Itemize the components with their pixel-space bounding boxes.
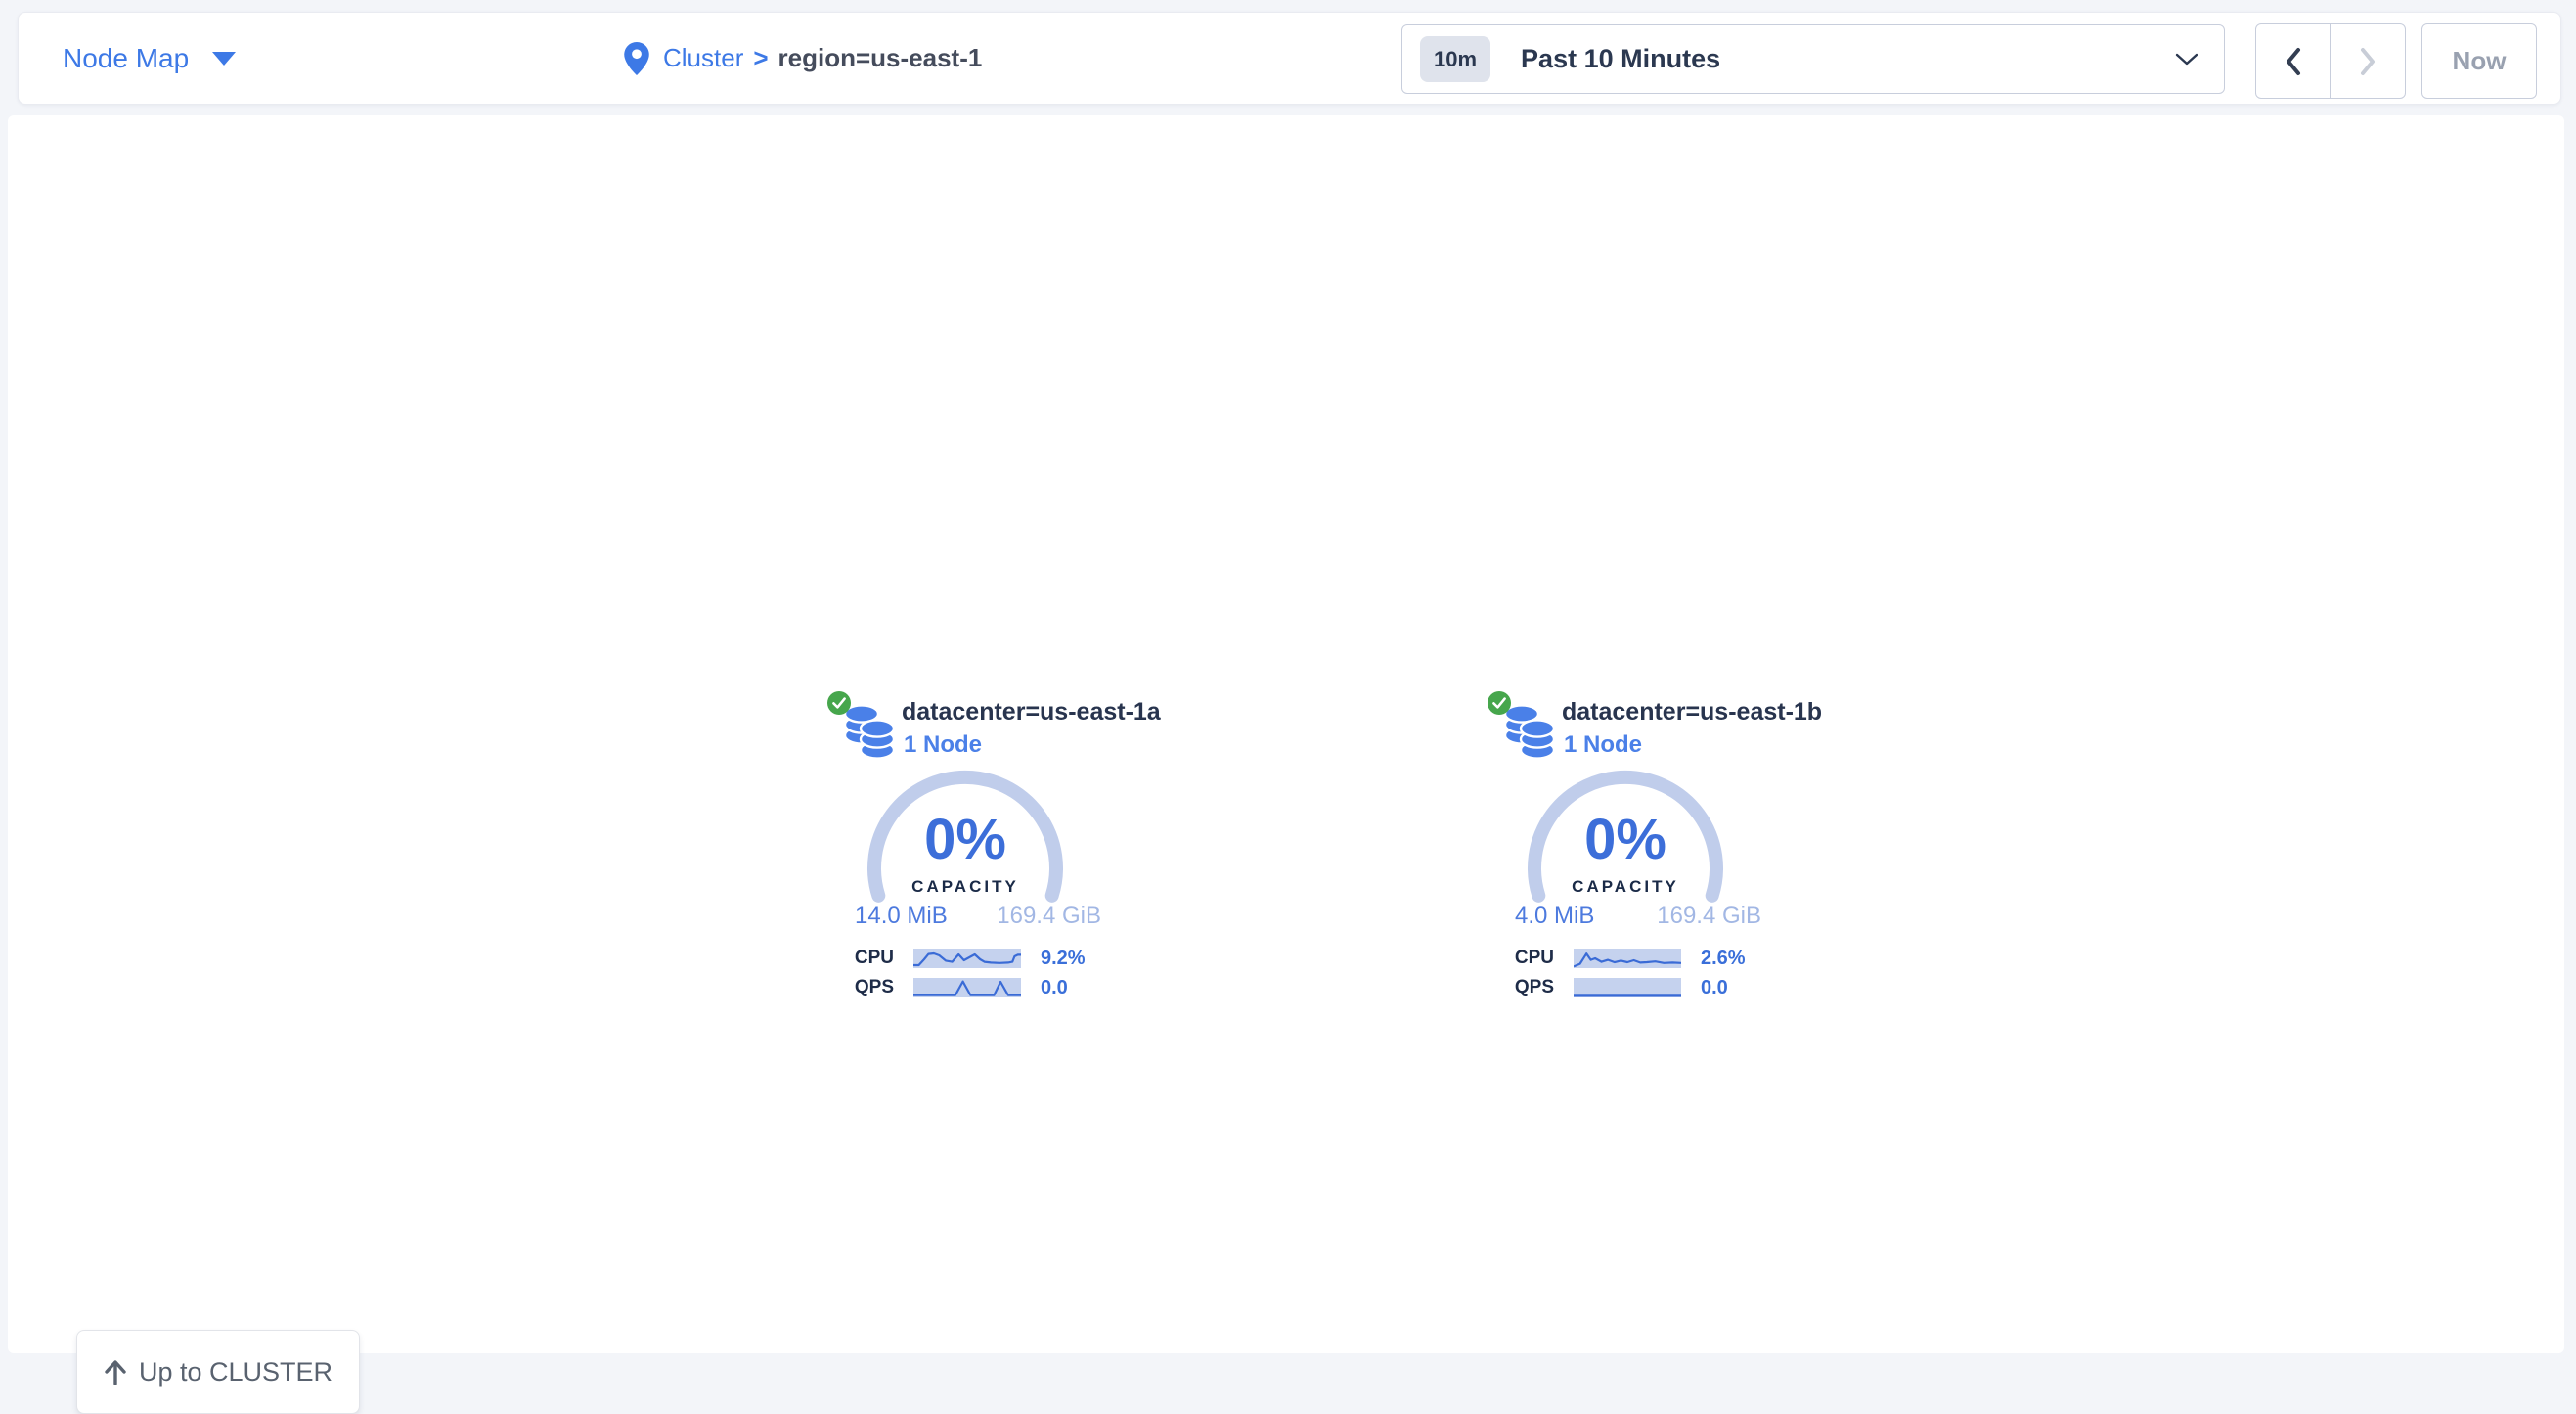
time-nav-group bbox=[2255, 23, 2406, 99]
location-pin-icon bbox=[624, 42, 649, 75]
cpu-stat-row: CPU 2.6% bbox=[1507, 948, 1746, 969]
arrow-up-icon bbox=[104, 1359, 127, 1385]
now-button-label: Now bbox=[2453, 46, 2507, 76]
status-check-icon bbox=[1488, 691, 1511, 715]
breadcrumb-current-locality: region=us-east-1 bbox=[778, 43, 983, 73]
time-range-label: Past 10 Minutes bbox=[1521, 44, 2175, 74]
now-button[interactable]: Now bbox=[2421, 23, 2537, 99]
node-map-canvas: datacenter=us-east-1a 1 Node 0% CAPACITY… bbox=[8, 115, 2564, 1353]
up-to-cluster-button[interactable]: Up to CLUSTER bbox=[76, 1330, 360, 1414]
capacity-caption: CAPACITY bbox=[1572, 877, 1679, 897]
cpu-value: 2.6% bbox=[1701, 948, 1746, 970]
time-range-selector[interactable]: 10m Past 10 Minutes bbox=[1401, 24, 2225, 94]
breadcrumb-separator: > bbox=[753, 43, 768, 73]
view-selector-dropdown[interactable]: Node Map bbox=[63, 13, 236, 104]
breadcrumb: Cluster > region=us-east-1 bbox=[624, 13, 982, 104]
qps-value: 0.0 bbox=[1701, 977, 1728, 999]
qps-stat-row: QPS 0.0 bbox=[1507, 977, 1728, 998]
status-check-icon bbox=[827, 691, 851, 715]
capacity-labels: 4.0 MiB 169.4 GiB bbox=[1515, 902, 1761, 931]
chevron-right-icon bbox=[2359, 47, 2376, 76]
up-to-cluster-label: Up to CLUSTER bbox=[139, 1357, 333, 1388]
header-bar: Node Map Cluster > region=us-east-1 10m … bbox=[18, 12, 2561, 105]
qps-sparkline bbox=[1574, 978, 1681, 997]
caret-down-icon bbox=[212, 52, 236, 66]
view-selector-label: Node Map bbox=[63, 43, 189, 74]
chevron-left-icon bbox=[2285, 47, 2302, 76]
locality-node-count: 1 Node bbox=[1564, 731, 1642, 759]
time-next-button[interactable] bbox=[2331, 24, 2405, 98]
time-prev-button[interactable] bbox=[2256, 24, 2331, 98]
chevron-down-icon bbox=[2175, 53, 2198, 66]
capacity-percent: 0% bbox=[1584, 812, 1666, 868]
breadcrumb-cluster-link[interactable]: Cluster bbox=[663, 43, 743, 73]
capacity-gauge: 0% CAPACITY bbox=[1518, 761, 1733, 976]
cpu-label: CPU bbox=[1507, 948, 1554, 969]
database-stack-icon bbox=[1503, 704, 1556, 761]
capacity-available: 169.4 GiB bbox=[1657, 902, 1761, 931]
time-range-badge: 10m bbox=[1420, 36, 1490, 82]
cpu-sparkline bbox=[1574, 949, 1681, 968]
qps-label: QPS bbox=[1507, 977, 1554, 998]
locality-card[interactable]: datacenter=us-east-1b 1 Node 0% CAPACITY… bbox=[8, 115, 2564, 1353]
locality-name: datacenter=us-east-1b bbox=[1562, 698, 1822, 727]
capacity-used: 4.0 MiB bbox=[1515, 902, 1594, 931]
